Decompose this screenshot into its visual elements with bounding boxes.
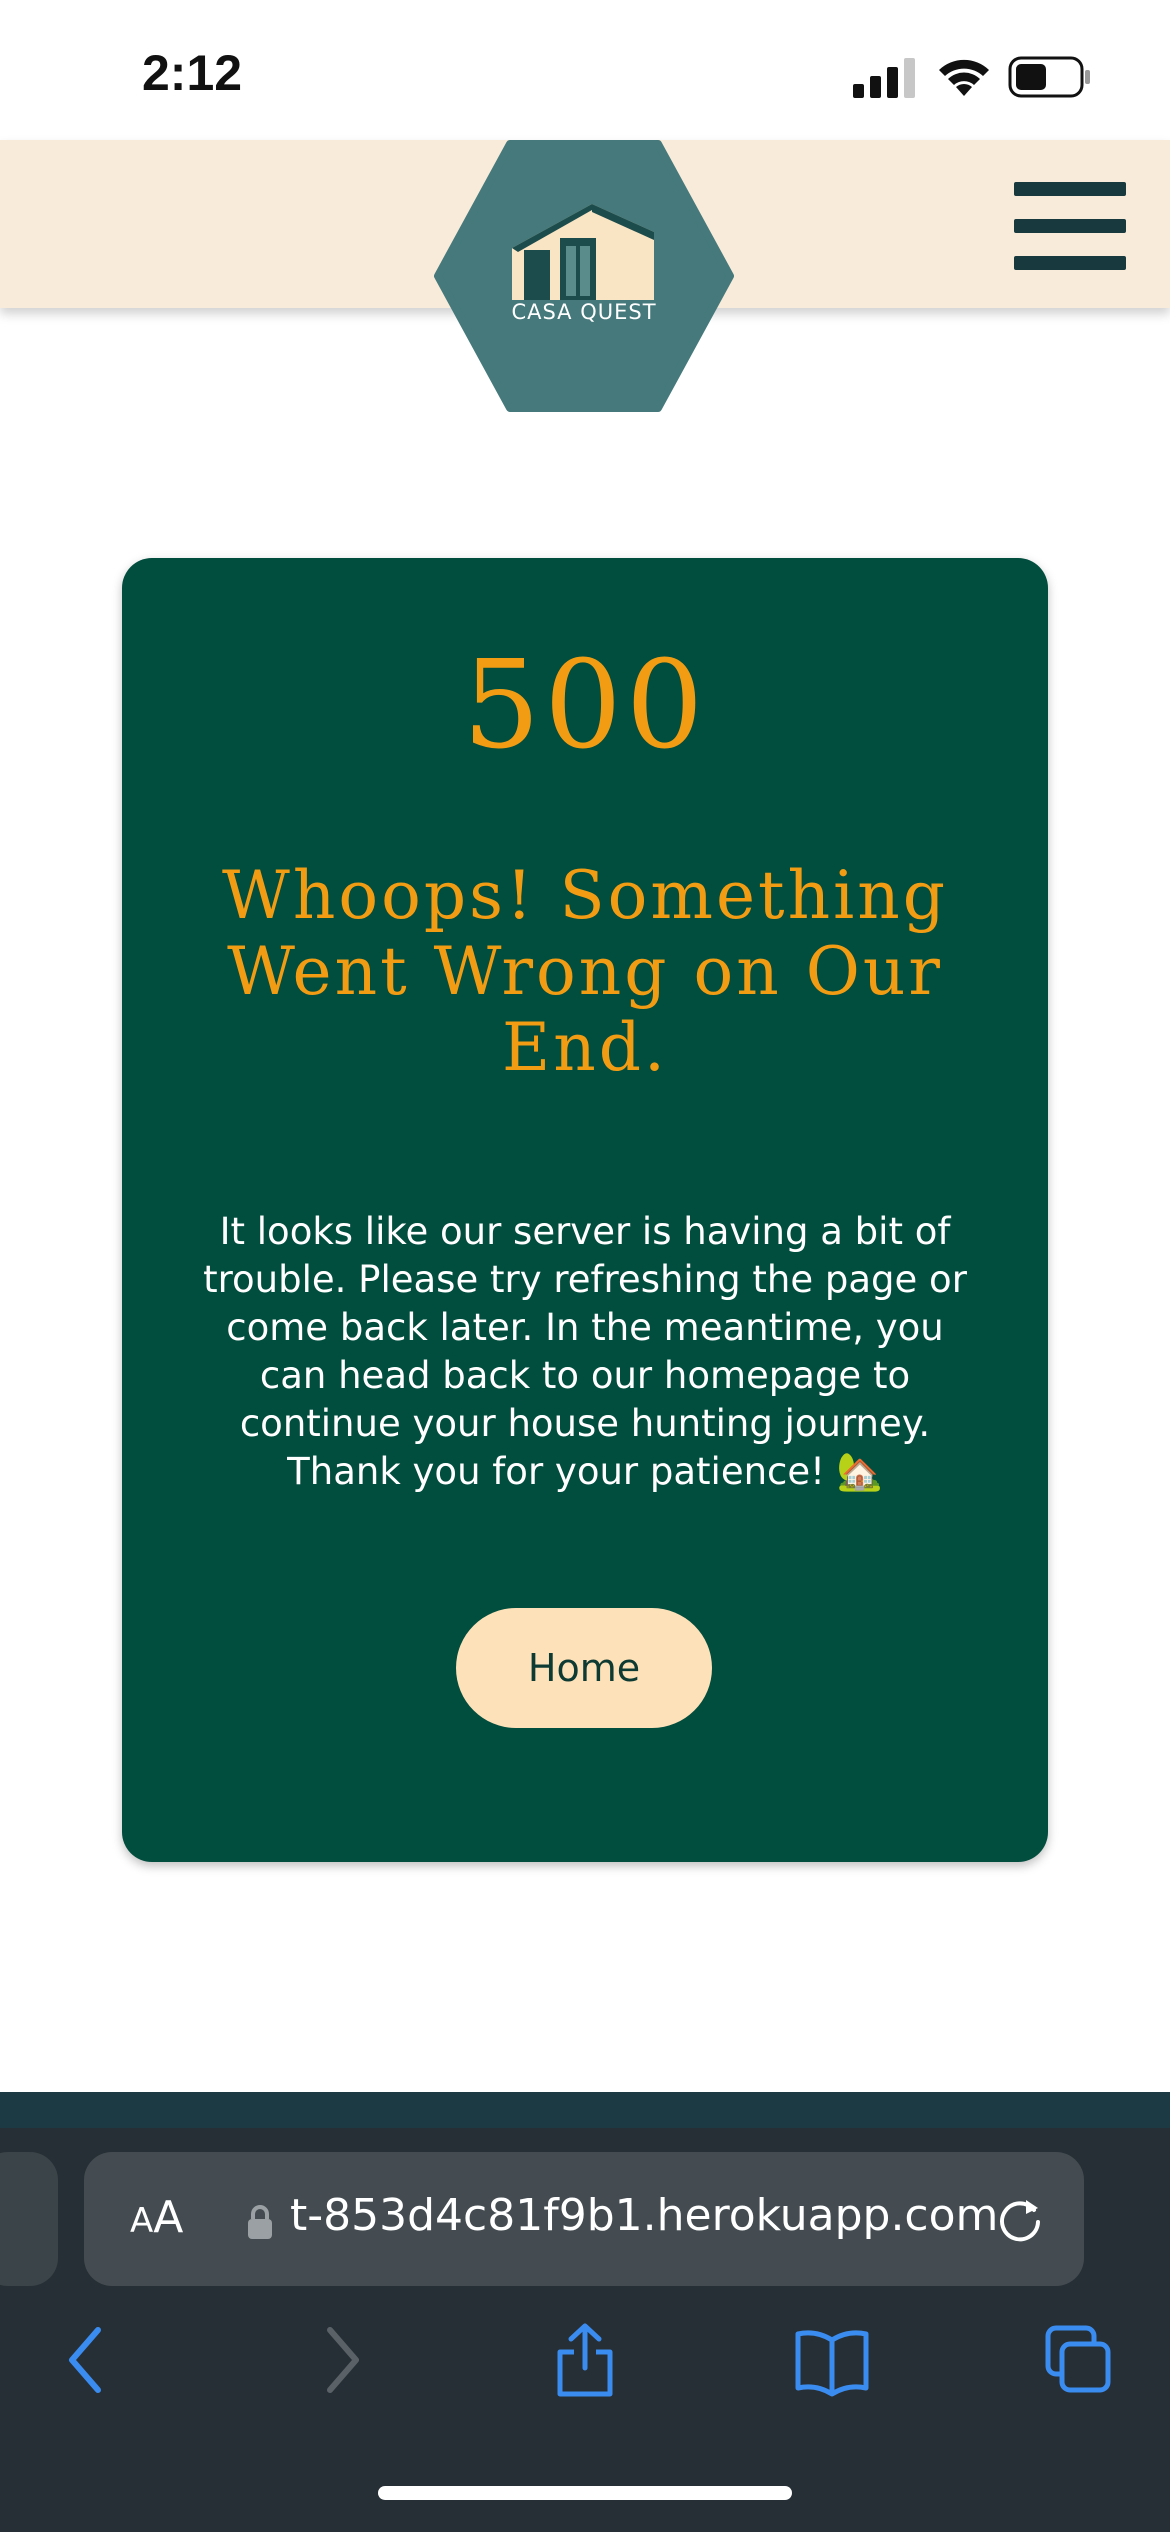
status-time: 2:12 [142,45,243,101]
reader-options-button[interactable]: AA [130,2192,183,2243]
menu-bar-icon [1014,219,1126,233]
home-button[interactable]: Home [456,1608,712,1728]
battery-icon [1008,56,1090,98]
share-icon[interactable] [552,2322,618,2398]
toolbar-divider [0,2092,1170,2128]
menu-bar-icon [1014,256,1126,270]
bookmarks-icon[interactable] [794,2322,870,2398]
wifi-icon [939,59,989,96]
previous-tab-preview[interactable] [0,2152,58,2286]
casa-quest-logo[interactable]: CASA QUEST [432,140,736,412]
home-indicator[interactable] [378,2486,792,2500]
error-card: 500 Whoops! Something Went Wrong on Our … [122,558,1048,1862]
back-icon[interactable] [62,2322,110,2398]
lock-icon [248,2205,272,2239]
browser-toolbar: AA t-853d4c81f9b1.herokuapp.com [0,2092,1170,2532]
error-message: It looks like our server is having a bit… [203,1210,967,1493]
logo-hexagon-icon [434,140,734,412]
error-title: Whoops! Something Went Wrong on Our End. [222,857,948,1086]
reload-icon[interactable] [994,2194,1046,2246]
url-text: t-853d4c81f9b1.herokuapp.com [290,2190,999,2241]
menu-bar-icon [1014,182,1126,196]
tabs-icon[interactable] [1044,2322,1114,2398]
forward-icon [327,2327,359,2393]
address-bar[interactable]: AA t-853d4c81f9b1.herokuapp.com [84,2152,1084,2286]
cellular-signal-icon [853,58,915,98]
logo-text: CASA QUEST [511,300,657,324]
error-code: 500 [462,634,708,776]
hamburger-menu-button[interactable] [1014,178,1126,274]
